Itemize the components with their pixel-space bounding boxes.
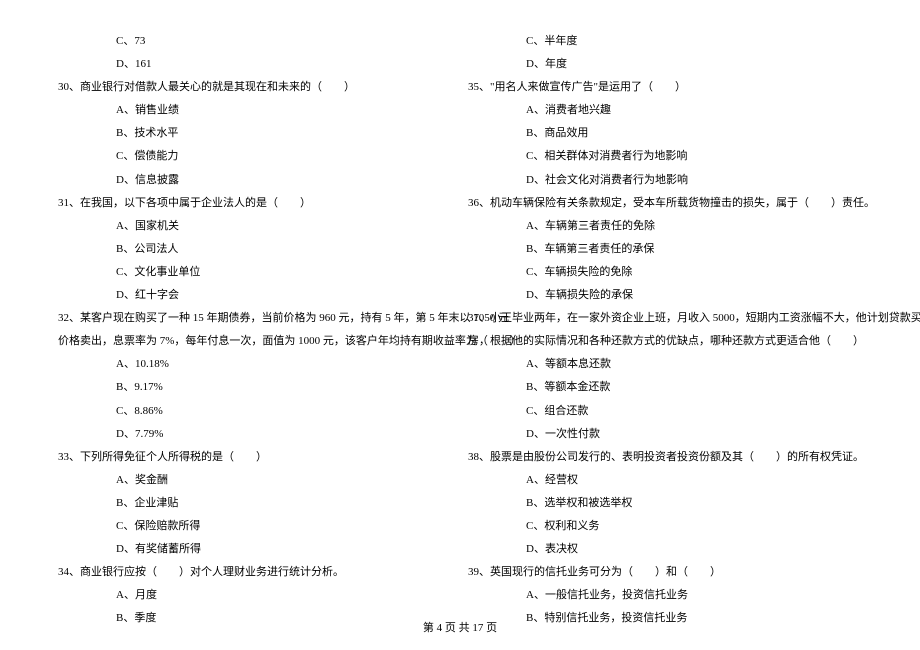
question-text: 房，根据他的实际情况和各种还款方式的优缺点，哪种还款方式更适合他（ ） (468, 330, 862, 353)
question-text: 30、商业银行对借款人最关心的就是其现在和未来的（ ） (58, 76, 452, 99)
option-text: A、10.18% (58, 353, 452, 376)
option-text: B、商品效用 (468, 122, 862, 145)
option-text: C、相关群体对消费者行为地影响 (468, 145, 862, 168)
option-text: C、车辆损失险的免除 (468, 261, 862, 284)
page-content: C、73 D、161 30、商业银行对借款人最关心的就是其现在和未来的（ ） A… (0, 0, 920, 630)
option-text: A、销售业绩 (58, 99, 452, 122)
option-text: A、奖金酬 (58, 469, 452, 492)
option-text: A、车辆第三者责任的免除 (468, 215, 862, 238)
question-text: 34、商业银行应按（ ）对个人理财业务进行统计分析。 (58, 561, 452, 584)
right-column: C、半年度 D、年度 35、"用名人来做宣传广告"是运用了（ ） A、消费者地兴… (460, 30, 870, 630)
option-text: C、73 (58, 30, 452, 53)
option-text: C、偿债能力 (58, 145, 452, 168)
option-text: A、等额本息还款 (468, 353, 862, 376)
option-text: D、信息披露 (58, 169, 452, 192)
option-text: B、选举权和被选举权 (468, 492, 862, 515)
page-footer: 第 4 页 共 17 页 (0, 619, 920, 635)
option-text: A、一般信托业务，投资信托业务 (468, 584, 862, 607)
option-text: A、国家机关 (58, 215, 452, 238)
question-text: 31、在我国，以下各项中属于企业法人的是（ ） (58, 192, 452, 215)
option-text: C、组合还款 (468, 400, 862, 423)
option-text: D、年度 (468, 53, 862, 76)
option-text: C、文化事业单位 (58, 261, 452, 284)
option-text: D、161 (58, 53, 452, 76)
question-text: 37、小王毕业两年，在一家外资企业上班，月收入 5000，短期内工资涨幅不大，他… (468, 307, 862, 330)
question-text: 36、机动车辆保险有关条款规定，受本车所载货物撞击的损失，属于（ ）责任。 (468, 192, 862, 215)
option-text: D、7.79% (58, 423, 452, 446)
option-text: A、消费者地兴趣 (468, 99, 862, 122)
option-text: D、有奖储蓄所得 (58, 538, 452, 561)
option-text: B、等额本金还款 (468, 376, 862, 399)
question-text: 38、股票是由股份公司发行的、表明投资者投资份额及其（ ）的所有权凭证。 (468, 446, 862, 469)
question-text: 33、下列所得免征个人所得税的是（ ） (58, 446, 452, 469)
option-text: A、月度 (58, 584, 452, 607)
option-text: B、公司法人 (58, 238, 452, 261)
option-text: C、权利和义务 (468, 515, 862, 538)
option-text: B、车辆第三者责任的承保 (468, 238, 862, 261)
option-text: C、8.86% (58, 400, 452, 423)
option-text: D、表决权 (468, 538, 862, 561)
question-text: 价格卖出，息票率为 7%，每年付息一次，面值为 1000 元，该客户年均持有期收… (58, 330, 452, 353)
question-text: 35、"用名人来做宣传广告"是运用了（ ） (468, 76, 862, 99)
option-text: D、红十字会 (58, 284, 452, 307)
question-text: 39、英国现行的信托业务可分为（ ）和（ ） (468, 561, 862, 584)
option-text: D、一次性付款 (468, 423, 862, 446)
option-text: B、9.17% (58, 376, 452, 399)
option-text: C、保险赔款所得 (58, 515, 452, 538)
option-text: D、车辆损失险的承保 (468, 284, 862, 307)
question-text: 32、某客户现在购买了一种 15 年期债券，当前价格为 960 元，持有 5 年… (58, 307, 452, 330)
left-column: C、73 D、161 30、商业银行对借款人最关心的就是其现在和未来的（ ） A… (50, 30, 460, 630)
option-text: A、经营权 (468, 469, 862, 492)
option-text: C、半年度 (468, 30, 862, 53)
option-text: B、技术水平 (58, 122, 452, 145)
option-text: B、企业津贴 (58, 492, 452, 515)
option-text: D、社会文化对消费者行为地影响 (468, 169, 862, 192)
